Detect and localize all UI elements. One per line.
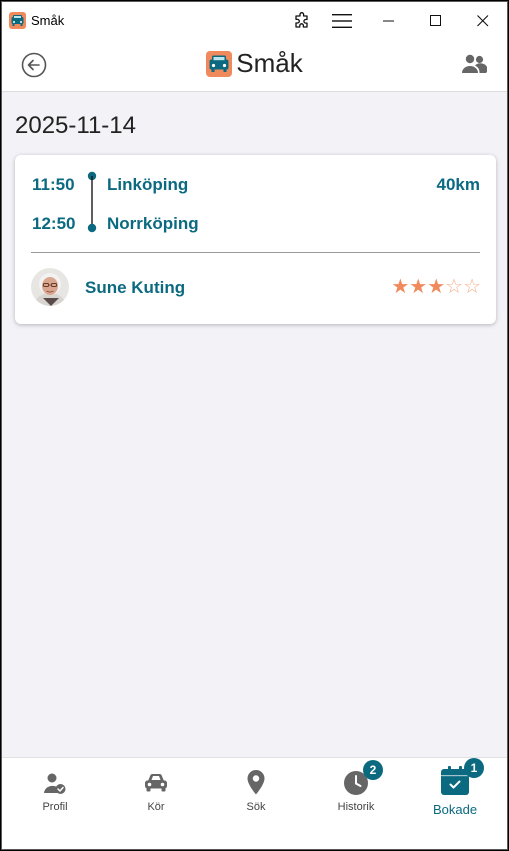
minimize-icon xyxy=(383,20,394,22)
bottom-nav: Profil Kör Sök 2 Historik 1 Bokade xyxy=(2,757,507,849)
star-empty-icon: ☆ xyxy=(463,276,481,298)
brand-name: Småk xyxy=(236,48,303,78)
user-check-icon xyxy=(44,773,66,794)
puzzle-icon xyxy=(295,12,308,28)
close-button[interactable] xyxy=(468,2,498,40)
nav-label-historik: Historik xyxy=(337,801,375,813)
arrival-time: 12:50 xyxy=(32,214,76,233)
close-icon xyxy=(477,15,489,27)
car-icon xyxy=(145,774,167,792)
nav-item-historik[interactable]: 2 Historik xyxy=(306,758,406,849)
bokade-badge: 1 xyxy=(464,758,484,778)
users-icon xyxy=(462,54,488,73)
historik-badge: 2 xyxy=(363,760,383,780)
driver-name: Sune Kuting xyxy=(85,278,186,297)
divider xyxy=(31,252,480,253)
driver-photo xyxy=(31,268,69,306)
star-filled-icon: ★ xyxy=(427,276,446,298)
nav-item-profil[interactable]: Profil xyxy=(5,758,105,849)
avatar xyxy=(31,268,69,306)
brand: Småk xyxy=(2,48,507,79)
trip-card[interactable]: 11:50 12:50 Linköping Norrköping 40km Su… xyxy=(15,155,496,324)
to-city: Norrköping xyxy=(107,214,199,233)
nav-label-sok: Sök xyxy=(246,801,266,813)
nav-item-sok[interactable]: Sök xyxy=(206,758,306,849)
location-pin-icon xyxy=(247,770,265,795)
nav-item-kor[interactable]: Kör xyxy=(106,758,206,849)
app-window: Småk Småk 2025-11-14 11:50 12:50 Linköpi… xyxy=(1,1,508,850)
nav-label-bokade: Bokade xyxy=(432,802,478,817)
star-filled-icon: ★ xyxy=(391,276,410,298)
app-logo-icon xyxy=(9,12,26,29)
date-heading: 2025-11-14 xyxy=(15,112,136,139)
people-button[interactable] xyxy=(461,53,488,80)
title-bar: Småk xyxy=(2,2,507,40)
app-header: Småk xyxy=(2,40,507,92)
app-logo-icon xyxy=(206,50,233,77)
from-city: Linköping xyxy=(107,175,189,194)
route-line xyxy=(87,171,97,233)
star-filled-icon: ★ xyxy=(409,276,428,298)
maximize-button[interactable] xyxy=(421,2,451,40)
star-empty-icon: ☆ xyxy=(445,276,464,298)
maximize-icon xyxy=(430,15,441,26)
departure-time: 11:50 xyxy=(32,175,75,194)
nav-item-bokade[interactable]: 1 Bokade xyxy=(405,758,505,849)
extensions-button[interactable] xyxy=(287,2,317,40)
driver-rating: ★ ★ ★ ☆ ☆ xyxy=(391,277,481,297)
nav-label-profil: Profil xyxy=(42,801,68,813)
window-title: Småk xyxy=(31,13,65,28)
menu-button[interactable] xyxy=(327,2,357,40)
hamburger-menu-icon xyxy=(332,14,352,28)
trip-distance: 40km xyxy=(436,175,480,194)
nav-label-kor: Kör xyxy=(147,801,165,813)
minimize-button[interactable] xyxy=(374,2,404,40)
